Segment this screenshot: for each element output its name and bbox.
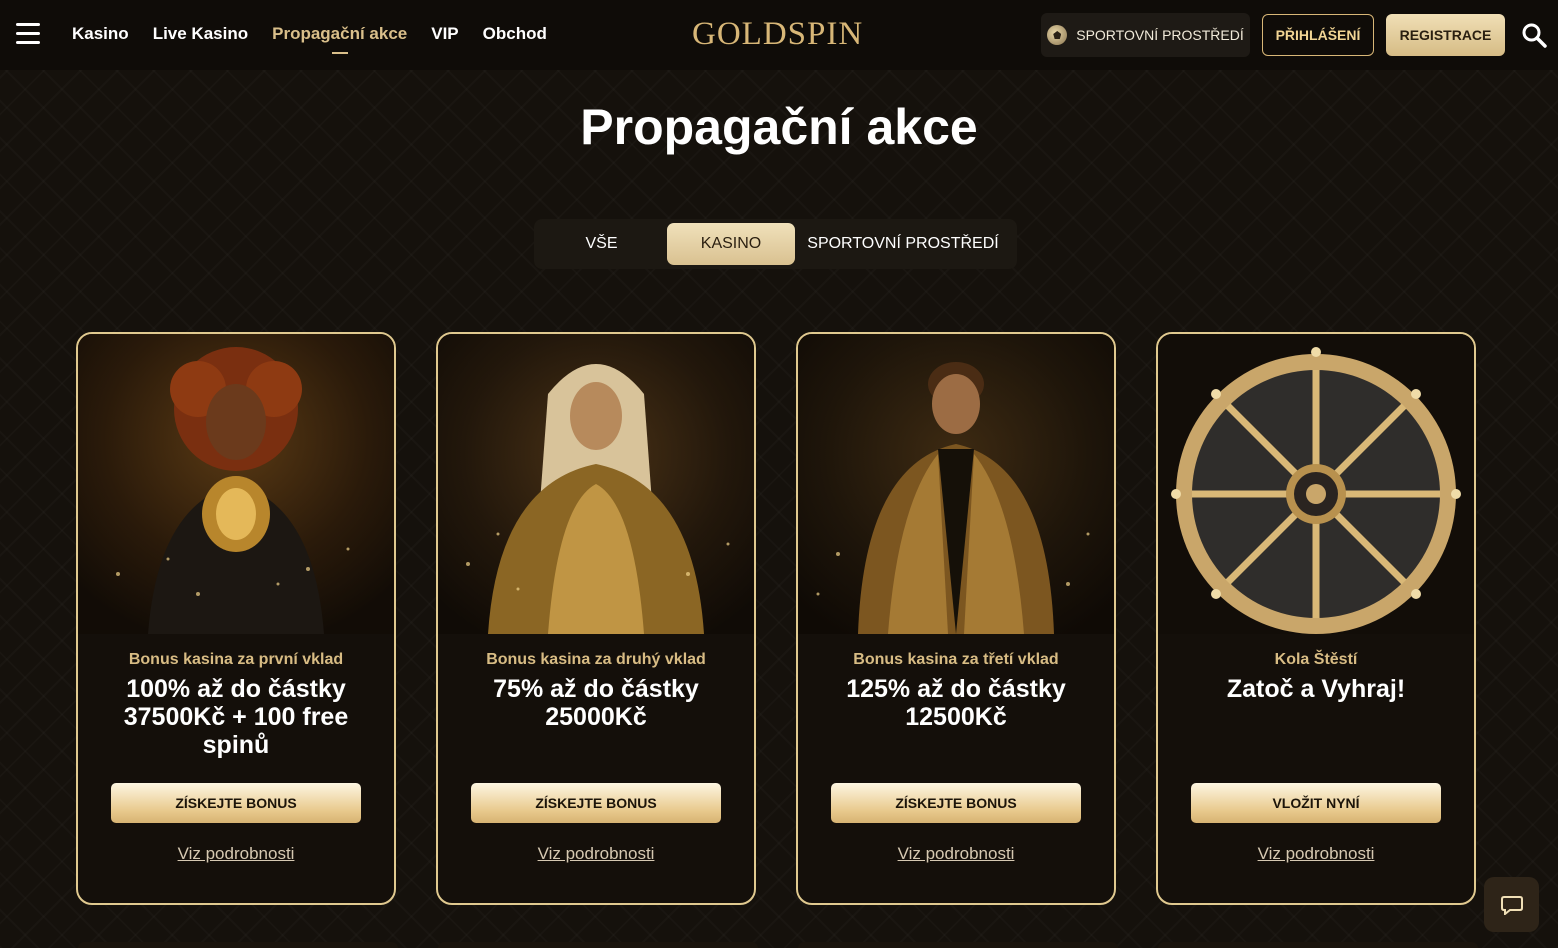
login-button[interactable]: PŘIHLÁŠENÍ <box>1262 14 1374 56</box>
goldspin-logo[interactable]: GOLDSPIN <box>692 16 863 53</box>
card-headline: 125% až do částky 12500Kč <box>846 675 1066 731</box>
promo-image-fortune-wheel <box>1158 334 1474 634</box>
get-bonus-button[interactable]: ZÍSKEJTE BONUS <box>831 783 1081 823</box>
card-subtitle: Kola Štěstí <box>1274 651 1358 668</box>
category-tabs: VŠE KASINO SPORTOVNÍ PROSTŘEDÍ <box>534 219 1017 269</box>
details-link[interactable]: Viz podrobnosti <box>78 844 394 864</box>
promo-card-wheel-of-fortune: Kola Štěstí Zatoč a Vyhraj! VLOŽIT NYNÍ … <box>1156 332 1476 905</box>
nav-vip[interactable]: VIP <box>431 24 458 44</box>
promo-image-woman-blonde <box>438 334 754 634</box>
promo-card-second-deposit: Bonus kasina za druhý vklad 75% až do čá… <box>436 332 756 905</box>
tab-all[interactable]: VŠE <box>549 223 654 265</box>
nav-promotions[interactable]: Propagační akce <box>272 24 407 44</box>
details-link[interactable]: Viz podrobnosti <box>1158 844 1474 864</box>
card-headline: 75% až do částky 25000Kč <box>493 675 699 731</box>
card-subtitle: Bonus kasina za druhý vklad <box>486 651 706 668</box>
details-link[interactable]: Viz podrobnosti <box>798 844 1114 864</box>
tab-casino[interactable]: KASINO <box>667 223 795 265</box>
top-header: Kasino Live Kasino Propagační akce VIP O… <box>0 0 1558 70</box>
deposit-now-button[interactable]: VLOŽIT NYNÍ <box>1191 783 1441 823</box>
soccer-ball-icon <box>1047 25 1068 45</box>
sport-button-label: SPORTOVNÍ PROSTŘEDÍ <box>1076 27 1244 43</box>
get-bonus-button[interactable]: ZÍSKEJTE BONUS <box>471 783 721 823</box>
card-subtitle: Bonus kasina za první vklad <box>128 651 344 668</box>
card-headline: 100% až do částky 37500Kč + 100 free spi… <box>123 675 349 759</box>
sport-environment-button[interactable]: SPORTOVNÍ PROSTŘEDÍ <box>1041 13 1250 57</box>
card-headline: Zatoč a Vyhraj! <box>1226 675 1406 703</box>
live-chat-button[interactable] <box>1484 877 1539 932</box>
page-title: Propagační akce <box>580 99 978 155</box>
promo-card-first-deposit: Bonus kasina za první vklad 100% až do č… <box>76 332 396 905</box>
get-bonus-button[interactable]: ZÍSKEJTE BONUS <box>111 783 361 823</box>
next-row-cards-peek <box>0 936 1558 948</box>
promo-card-third-deposit: Bonus kasina za třetí vklad 125% až do č… <box>796 332 1116 905</box>
promo-image-man-gold-suit <box>798 334 1114 634</box>
nav-shop[interactable]: Obchod <box>483 24 547 44</box>
nav-kasino[interactable]: Kasino <box>72 24 129 44</box>
register-button[interactable]: REGISTRACE <box>1386 14 1505 56</box>
tab-sport[interactable]: SPORTOVNÍ PROSTŘEDÍ <box>800 223 1006 265</box>
details-link[interactable]: Viz podrobnosti <box>438 844 754 864</box>
main-nav: Kasino Live Kasino Propagační akce VIP O… <box>72 24 547 44</box>
card-subtitle: Bonus kasina za třetí vklad <box>853 651 1059 668</box>
menu-icon[interactable] <box>16 23 40 45</box>
promo-image-woman-red-hair <box>78 334 394 634</box>
nav-live-kasino[interactable]: Live Kasino <box>153 24 248 44</box>
chat-icon <box>1500 895 1523 915</box>
search-icon[interactable] <box>1521 22 1547 48</box>
